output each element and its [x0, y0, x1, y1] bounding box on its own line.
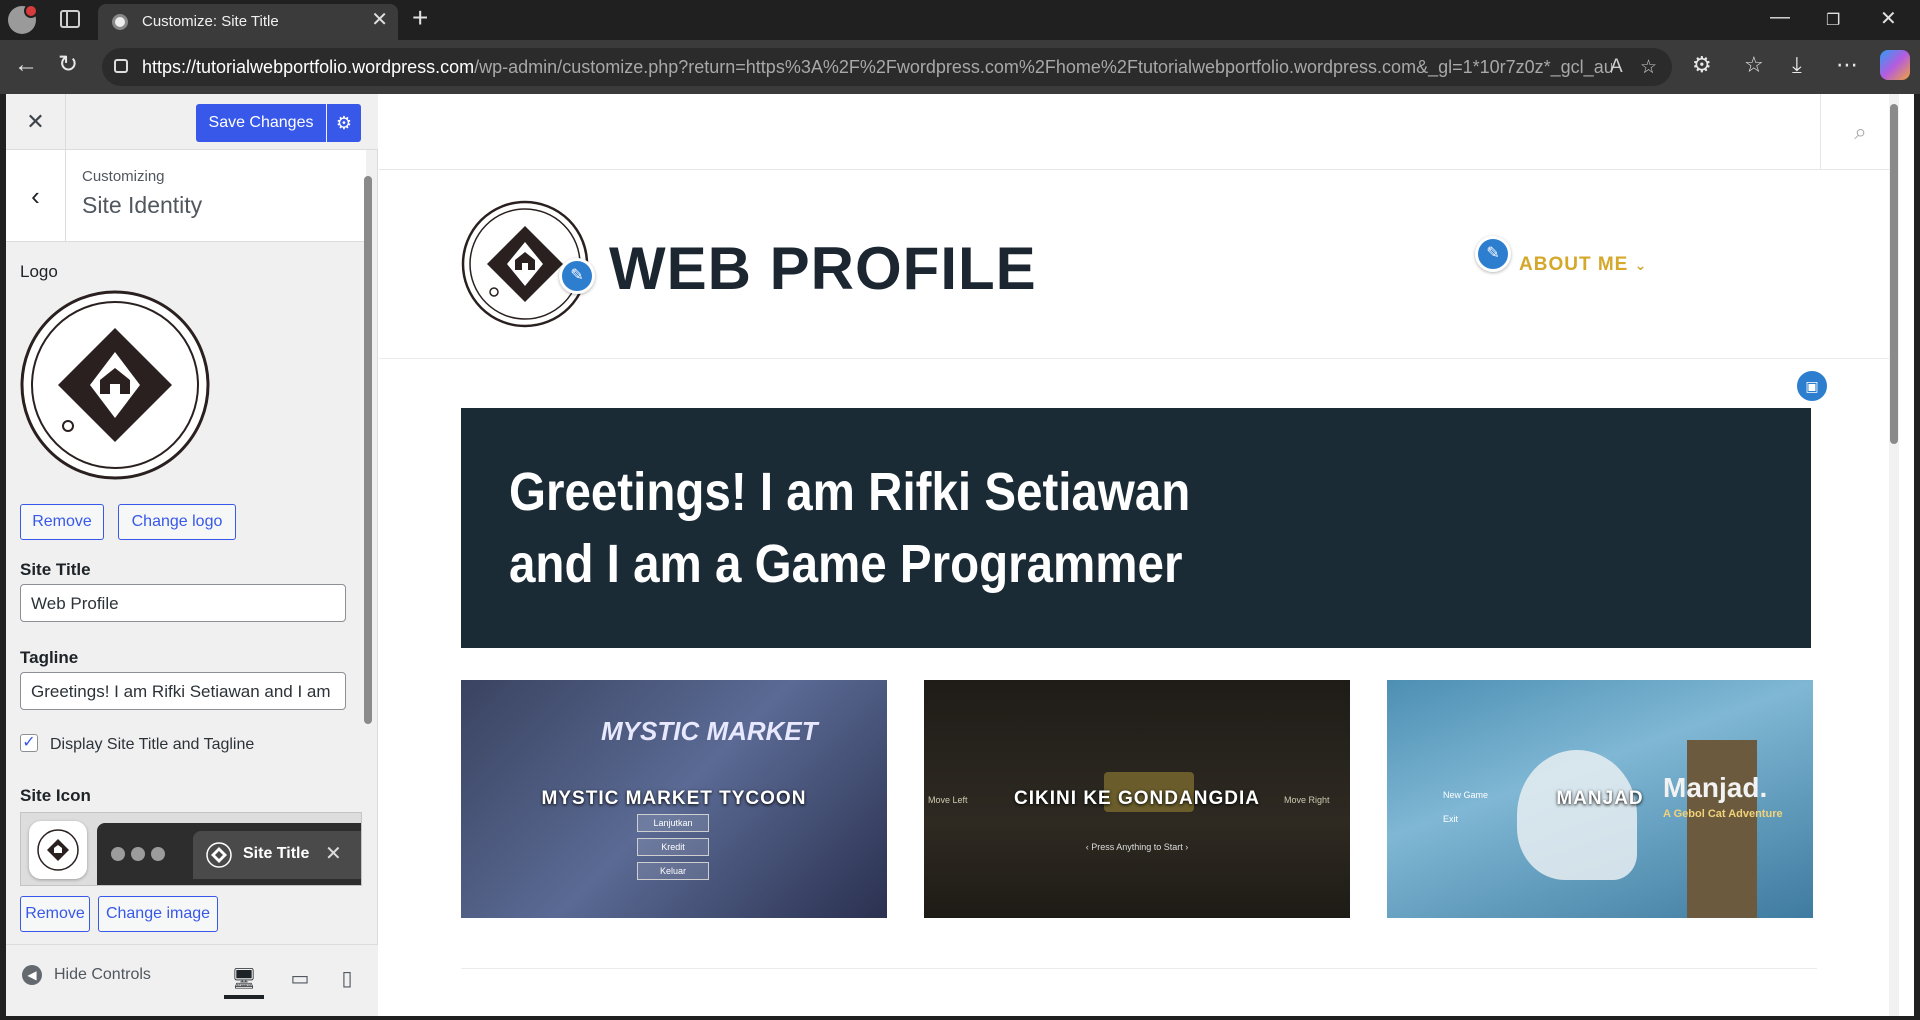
- publish-settings-gear-icon[interactable]: ⚙: [327, 104, 361, 142]
- site-preview: ⌕ ✎ WEB PROFILE ✎ ABOUT ME ⌄ ▣ Greetings…: [379, 94, 1899, 1016]
- address-bar: ← ↻ https://tutorialwebportfolio.wordpre…: [0, 40, 1920, 94]
- nav-about-me[interactable]: ABOUT ME ⌄: [1519, 254, 1647, 276]
- card-menu-item: Keluar: [637, 862, 709, 880]
- section-title: Site Identity: [82, 192, 203, 218]
- hide-controls-label: Hide Controls: [54, 966, 151, 984]
- minimize-icon[interactable]: —: [1770, 6, 1790, 29]
- tab-favicon-icon: [112, 14, 128, 30]
- tab-favicon-preview-icon: [206, 842, 232, 868]
- read-aloud-icon[interactable]: A: [1610, 56, 1623, 78]
- mobile-preview-icon[interactable]: ▯: [334, 959, 360, 999]
- collapse-arrow-icon: ◀: [22, 965, 42, 985]
- section-header: ‹ Customizing Site Identity: [6, 150, 366, 242]
- app-icon-preview: [29, 821, 87, 879]
- site-title-label: Site Title: [20, 560, 91, 579]
- tab-title: Customize: Site Title: [142, 13, 279, 30]
- logo-preview-image: [20, 290, 210, 480]
- nav-about-label: ABOUT ME: [1519, 254, 1629, 275]
- window-close-icon[interactable]: ✕: [1880, 6, 1897, 31]
- url-host: https://tutorialwebportfolio.wordpress.c…: [142, 57, 475, 77]
- portfolio-card-cikini[interactable]: Move Left Move Right CIKINI KE GONDANGDI…: [924, 680, 1350, 918]
- browser-tab-preview: Site Title ✕: [97, 823, 361, 885]
- favorite-star-icon[interactable]: ☆: [1640, 56, 1657, 79]
- extensions-icon[interactable]: ⚙: [1692, 53, 1712, 77]
- search-icon[interactable]: ⌕: [1820, 94, 1899, 170]
- card-art-cloud: [1517, 750, 1637, 880]
- card-title: CIKINI KE GONDANGDIA: [1014, 788, 1260, 809]
- restore-icon[interactable]: ❐: [1826, 10, 1840, 30]
- hide-controls-button[interactable]: ◀ Hide Controls: [22, 965, 151, 985]
- site-top-strip: ⌕: [379, 94, 1899, 170]
- site-title-input[interactable]: Web Profile: [20, 584, 346, 622]
- lock-icon: [114, 59, 128, 73]
- card-art-subtitle: A Gebol Cat Adventure: [1663, 808, 1783, 820]
- tab-actions-icon[interactable]: [60, 10, 80, 28]
- display-title-label: Display Site Title and Tagline: [50, 736, 255, 753]
- copilot-icon[interactable]: [1880, 50, 1910, 80]
- desktop-preview-icon[interactable]: 🖥: [224, 959, 264, 999]
- preview-scrollbar[interactable]: [1889, 94, 1899, 1016]
- portfolio-card-mystic-market[interactable]: MYSTIC MARKET MYSTIC MARKET TYCOON Lanju…: [461, 680, 887, 918]
- viewport: ✕ Save Changes ⚙ ‹ Customizing Site Iden…: [6, 94, 1914, 1016]
- change-image-button[interactable]: Change image: [98, 896, 218, 932]
- back-icon[interactable]: ←: [14, 53, 38, 77]
- site-icon-preview: Site Title ✕: [20, 812, 362, 886]
- header-divider: [379, 358, 1899, 359]
- edit-logo-pencil-icon[interactable]: ✎: [559, 258, 595, 294]
- change-logo-button[interactable]: Change logo: [118, 504, 236, 540]
- card-menu-item: Exit: [1443, 814, 1459, 824]
- remove-icon-button[interactable]: Remove: [20, 896, 90, 932]
- logo-label: Logo: [20, 262, 58, 281]
- card-menu-item: Kredit: [637, 838, 709, 856]
- tab-preview: Site Title ✕: [193, 831, 361, 879]
- profile-avatar[interactable]: [8, 4, 38, 34]
- card-art-title: Manjad.: [1663, 772, 1768, 803]
- edit-header-image-icon[interactable]: ▣: [1794, 368, 1830, 404]
- browser-tab-bar: Customize: Site Title ✕ + — ❐ ✕: [0, 0, 1920, 40]
- card-start-prompt: ‹ Press Anything to Start ›: [1085, 842, 1189, 852]
- customizer-sidebar: ✕ Save Changes ⚙ ‹ Customizing Site Iden…: [6, 94, 378, 1016]
- site-title[interactable]: WEB PROFILE: [609, 234, 1037, 303]
- tagline-label: Tagline: [20, 648, 79, 667]
- back-chevron-icon[interactable]: ‹: [6, 150, 66, 242]
- new-tab-icon[interactable]: +: [412, 2, 428, 34]
- hero-heading: Greetings! I am Rifki Setiawan and I am a…: [509, 462, 1191, 594]
- content-divider: [461, 968, 1817, 969]
- url-path: /wp-admin/customize.php?return=https%3A%…: [474, 57, 1612, 77]
- tablet-preview-icon[interactable]: ▭: [280, 959, 320, 999]
- card-art-tower: [1687, 740, 1757, 918]
- window-dots-icon: [111, 847, 171, 866]
- edit-menu-pencil-icon[interactable]: ✎: [1475, 236, 1511, 272]
- tagline-input[interactable]: Greetings! I am Rifki Setiawan and I am: [20, 672, 346, 710]
- site-icon-label: Site Icon: [20, 786, 91, 805]
- favorites-icon[interactable]: ☆: [1744, 53, 1764, 77]
- url-field[interactable]: https://tutorialwebportfolio.wordpress.c…: [102, 48, 1672, 86]
- chevron-down-icon: ⌄: [1634, 257, 1648, 273]
- card-art-title: MYSTIC MARKET: [601, 716, 818, 746]
- sidebar-scrollbar[interactable]: [362, 154, 374, 954]
- tab-preview-title: Site Title: [243, 845, 310, 862]
- customizer-controls: Logo Remove Change logo Site Title Web P…: [6, 242, 362, 942]
- tab-preview-close-icon: ✕: [325, 843, 342, 865]
- card-title: MYSTIC MARKET TYCOON: [541, 788, 807, 809]
- hero-banner: Greetings! I am Rifki Setiawan and I am a…: [461, 408, 1811, 648]
- more-icon[interactable]: ⋯: [1836, 53, 1858, 77]
- portfolio-card-manjad[interactable]: New Game Exit MANJAD Manjad. A Gebol Cat…: [1387, 680, 1813, 918]
- reload-icon[interactable]: ↻: [58, 53, 78, 77]
- save-changes-button[interactable]: Save Changes: [196, 104, 326, 142]
- remove-logo-button[interactable]: Remove: [20, 504, 104, 540]
- browser-tab[interactable]: Customize: Site Title ✕: [98, 4, 398, 40]
- card-menu-item: Lanjutkan: [637, 814, 709, 832]
- breadcrumb: Customizing: [82, 168, 165, 185]
- display-title-checkbox[interactable]: ✓: [20, 734, 38, 752]
- close-customizer-icon[interactable]: ✕: [6, 94, 66, 150]
- tab-close-icon[interactable]: ✕: [371, 10, 388, 30]
- customizer-footer: ◀ Hide Controls 🖥 ▭ ▯: [6, 944, 378, 1016]
- customizer-header: ✕ Save Changes ⚙: [6, 94, 378, 150]
- downloads-icon[interactable]: ⤓: [1792, 53, 1802, 77]
